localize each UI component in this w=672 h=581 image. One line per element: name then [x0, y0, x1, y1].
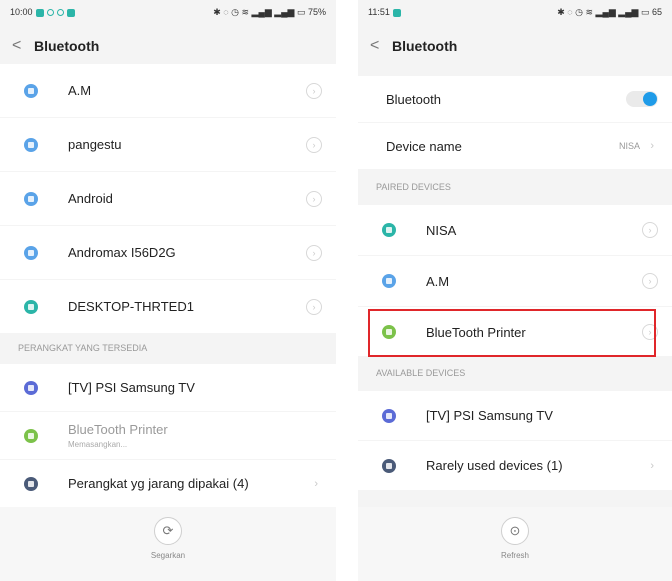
device-details-icon[interactable]: › — [306, 136, 322, 153]
footer-bar: ⊙ Refresh — [358, 507, 672, 581]
bluetooth-toggle-row[interactable]: Bluetooth — [358, 76, 672, 122]
page-title: Bluetooth — [34, 38, 100, 54]
section-available-devices: AVAILABLE DEVICES — [358, 356, 672, 390]
device-name-value: NISA — [618, 141, 640, 151]
back-icon[interactable]: < — [370, 37, 392, 55]
bluetooth-device-icon — [24, 245, 38, 260]
device-details-icon[interactable]: › — [306, 190, 322, 207]
device-row[interactable]: Rarely used devices (1) › — [358, 441, 672, 490]
bluetooth-device-icon — [382, 408, 396, 423]
highlight-box — [368, 309, 656, 357]
device-row[interactable]: A.M › — [358, 256, 672, 306]
footer-bar: ⟳ Segarkan — [0, 507, 336, 581]
bluetooth-device-icon — [24, 137, 38, 152]
left-screen: 10:00 ✱ ◌ ◷ ≋ ▂▄▆ ▂▄▆ ▭ 75% < Bluetooth … — [0, 0, 336, 581]
bluetooth-device-icon — [24, 428, 38, 443]
device-row[interactable]: DESKTOP-THRTED1 › — [0, 280, 336, 333]
device-row[interactable]: BlueTooth Printer Memasangkan... — [0, 412, 336, 459]
section-paired-devices: PAIRED DEVICES — [358, 170, 672, 204]
device-row[interactable]: [TV] PSI Samsung TV — [358, 391, 672, 440]
title-bar: < Bluetooth — [0, 28, 336, 64]
device-label: BlueTooth Printer — [68, 422, 168, 437]
bluetooth-device-icon — [24, 83, 38, 98]
refresh-icon[interactable]: ⟳ — [154, 517, 182, 545]
right-screen: 11:51 ✱ ◌ ◷ ≋ ▂▄▆ ▂▄▆ ▭ 65 < Bluetooth B… — [358, 0, 672, 581]
device-name-label: Device name — [386, 138, 462, 154]
chevron-right-icon: › — [650, 140, 654, 152]
device-label: DESKTOP-THRTED1 — [68, 299, 194, 314]
status-time: 11:51 — [368, 7, 390, 17]
device-details-icon[interactable]: › — [306, 82, 322, 99]
title-bar: < Bluetooth — [358, 28, 672, 64]
device-label: Rarely used devices (1) — [426, 458, 563, 473]
device-label: Perangkat yg jarang dipakai (4) — [68, 476, 249, 491]
section-available-devices: PERANGKAT YANG TERSEDIA — [0, 333, 336, 363]
page-title: Bluetooth — [392, 38, 458, 54]
bluetooth-label: Bluetooth — [386, 91, 441, 107]
device-label: A.M — [426, 273, 450, 289]
device-details-icon[interactable]: › — [306, 298, 322, 315]
device-details-icon[interactable]: › — [642, 273, 658, 289]
bluetooth-device-icon — [382, 223, 396, 237]
bluetooth-device-icon — [24, 380, 38, 395]
battery-percent: 75% — [307, 6, 326, 17]
device-label: Andromax I56D2G — [68, 245, 176, 260]
device-label: Android — [68, 191, 113, 206]
device-details-icon[interactable]: › — [306, 244, 322, 261]
bluetooth-device-icon — [24, 476, 38, 491]
device-label: A.M — [68, 83, 92, 98]
device-row[interactable]: pangestu › — [0, 118, 336, 171]
battery-percent: 65 — [651, 6, 662, 17]
bluetooth-device-icon — [24, 299, 38, 314]
chevron-right-icon: › — [650, 459, 654, 472]
chevron-right-icon: › — [314, 477, 318, 490]
refresh-icon[interactable]: ⊙ — [501, 517, 529, 545]
bluetooth-toggle[interactable] — [626, 91, 658, 107]
device-details-icon[interactable]: › — [642, 222, 658, 238]
device-row[interactable]: [TV] PSI Samsung TV — [0, 364, 336, 411]
status-bar: 11:51 ✱ ◌ ◷ ≋ ▂▄▆ ▂▄▆ ▭ 65 — [368, 6, 662, 18]
bluetooth-device-icon — [24, 191, 38, 206]
device-row[interactable]: Andromax I56D2G › — [0, 226, 336, 279]
status-bar: 10:00 ✱ ◌ ◷ ≋ ▂▄▆ ▂▄▆ ▭ 75% — [10, 6, 326, 18]
bluetooth-device-icon — [382, 274, 396, 288]
device-name-row[interactable]: Device name NISA › — [358, 123, 672, 169]
bluetooth-device-icon — [382, 458, 396, 473]
device-status: Memasangkan... — [68, 440, 128, 449]
refresh-label[interactable]: Refresh — [358, 551, 672, 560]
status-time: 10:00 — [10, 7, 33, 17]
device-row[interactable]: NISA › — [358, 205, 672, 255]
refresh-label[interactable]: Segarkan — [0, 551, 336, 560]
device-label: NISA — [426, 222, 457, 238]
back-icon[interactable]: < — [12, 37, 34, 55]
device-row[interactable]: A.M › — [0, 64, 336, 117]
device-label: pangestu — [68, 137, 122, 152]
device-row[interactable]: Android › — [0, 172, 336, 225]
device-label: [TV] PSI Samsung TV — [426, 408, 553, 423]
device-label: [TV] PSI Samsung TV — [68, 380, 195, 395]
device-row[interactable]: Perangkat yg jarang dipakai (4) › — [0, 460, 336, 507]
